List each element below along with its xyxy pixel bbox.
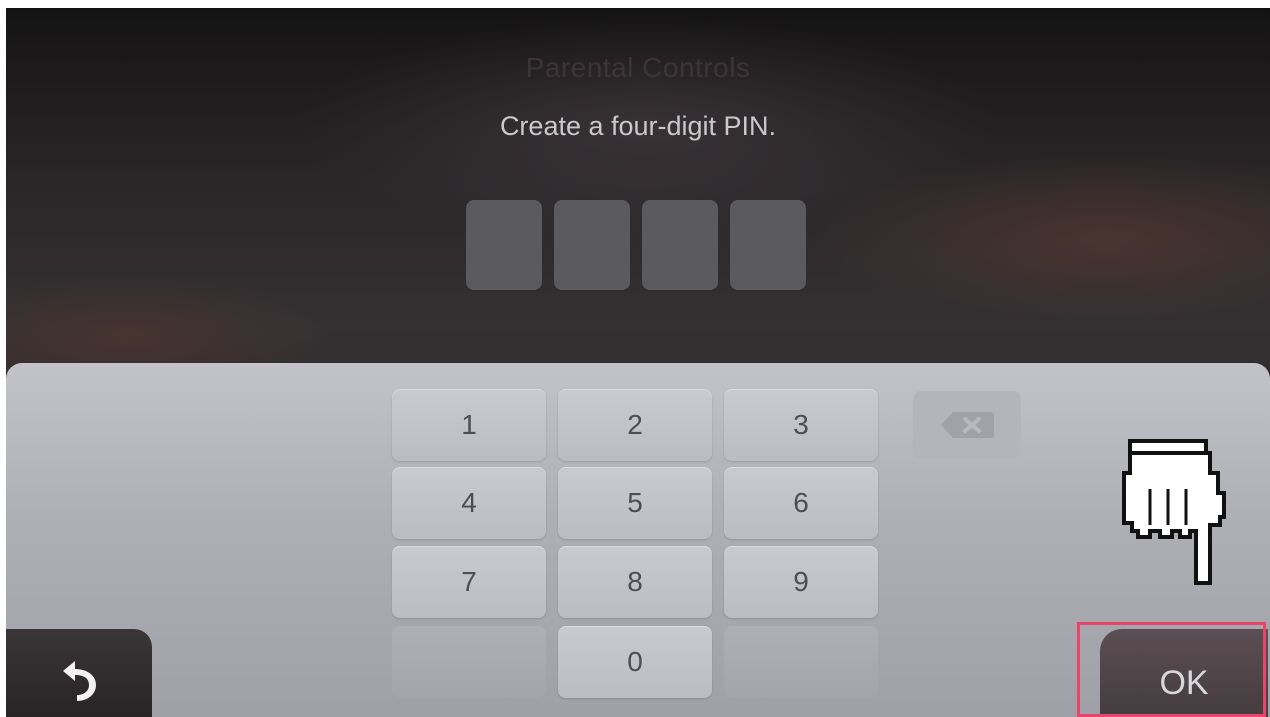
key-blank-left — [392, 626, 546, 698]
pin-digit-box-2 — [554, 200, 630, 290]
key-2[interactable]: 2 — [558, 389, 712, 461]
ok-highlight-box — [1077, 622, 1266, 717]
key-5[interactable]: 5 — [558, 467, 712, 539]
back-arrow-icon — [63, 661, 96, 701]
pin-entry-screen: Parental Controls Create a four-digit PI… — [6, 8, 1270, 717]
backspace-button[interactable] — [913, 391, 1021, 459]
screen-title: Parental Controls — [525, 52, 751, 83]
pin-digit-box-4 — [730, 200, 806, 290]
hand-pointer-icon — [1122, 439, 1226, 585]
key-blank-right — [724, 626, 878, 698]
pin-prompt: Create a four-digit PIN. — [499, 111, 777, 141]
backspace-icon — [941, 412, 994, 438]
key-6[interactable]: 6 — [724, 467, 878, 539]
key-0[interactable]: 0 — [558, 626, 712, 698]
back-button[interactable] — [6, 629, 152, 717]
key-8[interactable]: 8 — [558, 546, 712, 618]
pin-digit-box-1 — [466, 200, 542, 290]
key-7[interactable]: 7 — [392, 546, 546, 618]
key-3[interactable]: 3 — [724, 389, 878, 461]
pin-digit-box-3 — [642, 200, 718, 290]
key-9[interactable]: 9 — [724, 546, 878, 618]
key-4[interactable]: 4 — [392, 467, 546, 539]
key-1[interactable]: 1 — [392, 389, 546, 461]
